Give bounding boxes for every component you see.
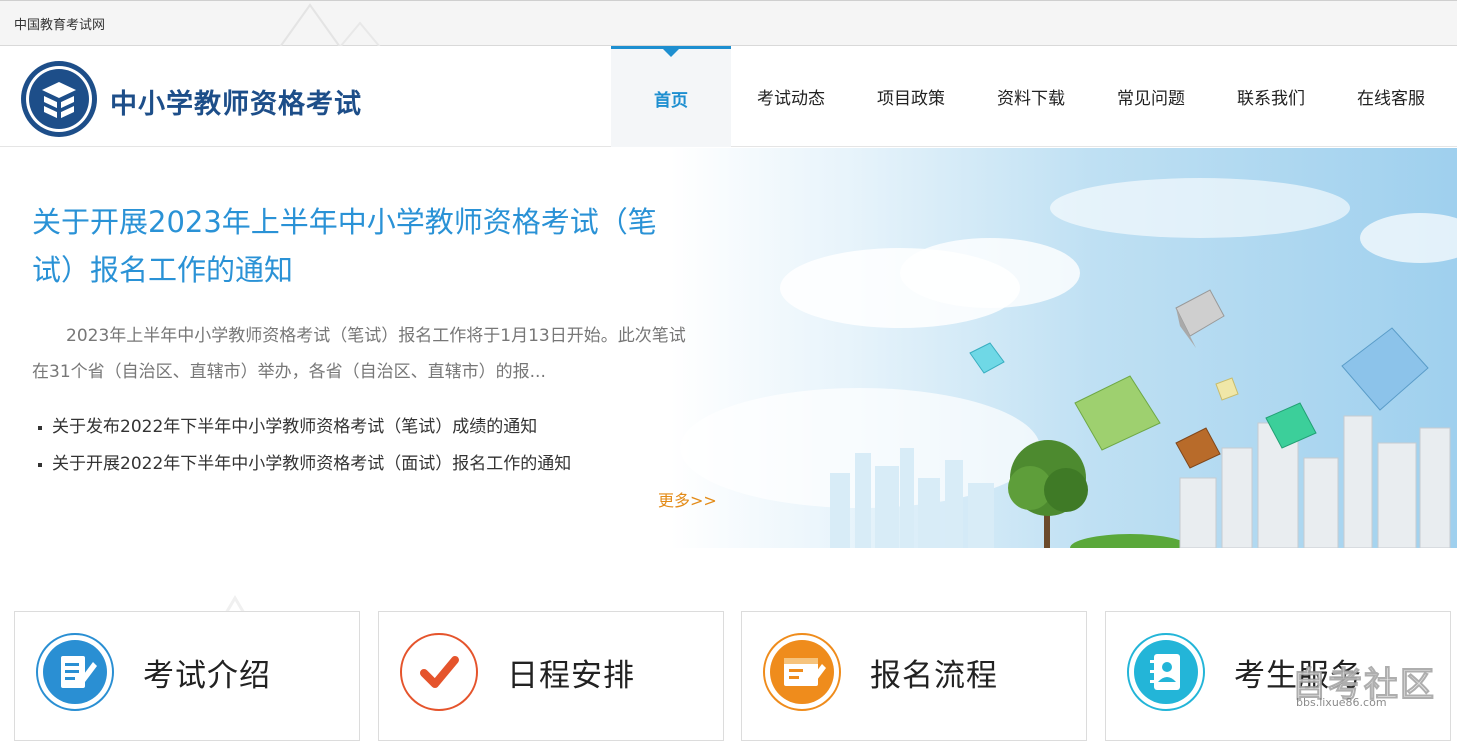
headline-link[interactable]: 关于开展2023年上半年中小学教师资格考试（笔试）报名工作的通知 (32, 198, 692, 294)
card-label: 考试介绍 (143, 658, 271, 694)
hero-banner: 关于开展2023年上半年中小学教师资格考试（笔试）报名工作的通知 2023年上半… (0, 148, 1457, 548)
document-edit-icon (36, 633, 114, 711)
checkmark-icon (400, 633, 478, 711)
nav-label: 考试动态 (757, 89, 825, 109)
main-nav: 首页 考试动态 项目政策 资料下载 常见问题 联系我们 在线客服 (611, 46, 1451, 147)
site-link[interactable]: 中国教育考试网 (14, 14, 105, 33)
emblem-logo-icon (21, 61, 97, 137)
nav-label: 联系我们 (1237, 89, 1305, 109)
form-edit-icon (763, 633, 841, 711)
nav-label: 项目政策 (877, 89, 945, 109)
news-list: 关于发布2022年下半年中小学教师资格考试（笔试）成绩的通知 关于开展2022年… (34, 409, 571, 483)
nav-label: 资料下载 (997, 89, 1065, 109)
card-label: 报名流程 (870, 658, 998, 694)
nav-item-downloads[interactable]: 资料下载 (971, 46, 1091, 147)
nav-item-contact[interactable]: 联系我们 (1211, 46, 1331, 147)
card-schedule[interactable]: 日程安排 (378, 611, 724, 741)
watermark-url: bbs.lixue86.com (1296, 696, 1387, 709)
active-caret-icon (663, 49, 679, 57)
news-item[interactable]: 关于发布2022年下半年中小学教师资格考试（笔试）成绩的通知 (34, 409, 571, 446)
top-bar: 中国教育考试网 (0, 0, 1457, 47)
headline-summary: 2023年上半年中小学教师资格考试（笔试）报名工作将于1月13日开始。此次笔试在… (32, 326, 686, 382)
news-item[interactable]: 关于开展2022年下半年中小学教师资格考试（面试）报名工作的通知 (34, 446, 571, 483)
nav-label: 常见问题 (1117, 89, 1185, 109)
nav-item-policy[interactable]: 项目政策 (851, 46, 971, 147)
card-exam-intro[interactable]: 考试介绍 (14, 611, 360, 741)
service-cards: 考试介绍 日程安排 报名流程 考生服务 (0, 548, 1457, 741)
card-label: 日程安排 (507, 658, 635, 694)
nav-item-home[interactable]: 首页 (611, 46, 731, 147)
site-title[interactable]: 中小学教师资格考试 (110, 82, 362, 121)
more-link[interactable]: 更多>> (658, 487, 717, 511)
contact-book-icon (1127, 633, 1205, 711)
nav-item-online-service[interactable]: 在线客服 (1331, 46, 1451, 147)
card-registration-process[interactable]: 报名流程 (741, 611, 1087, 741)
decorative-lines (279, 3, 381, 47)
nav-label: 首页 (654, 90, 688, 111)
nav-label: 在线客服 (1357, 89, 1425, 109)
header: 中小学教师资格考试 首页 考试动态 项目政策 资料下载 常见问题 联系我们 在线… (0, 46, 1457, 147)
nav-item-faq[interactable]: 常见问题 (1091, 46, 1211, 147)
nav-item-exam-news[interactable]: 考试动态 (731, 46, 851, 147)
